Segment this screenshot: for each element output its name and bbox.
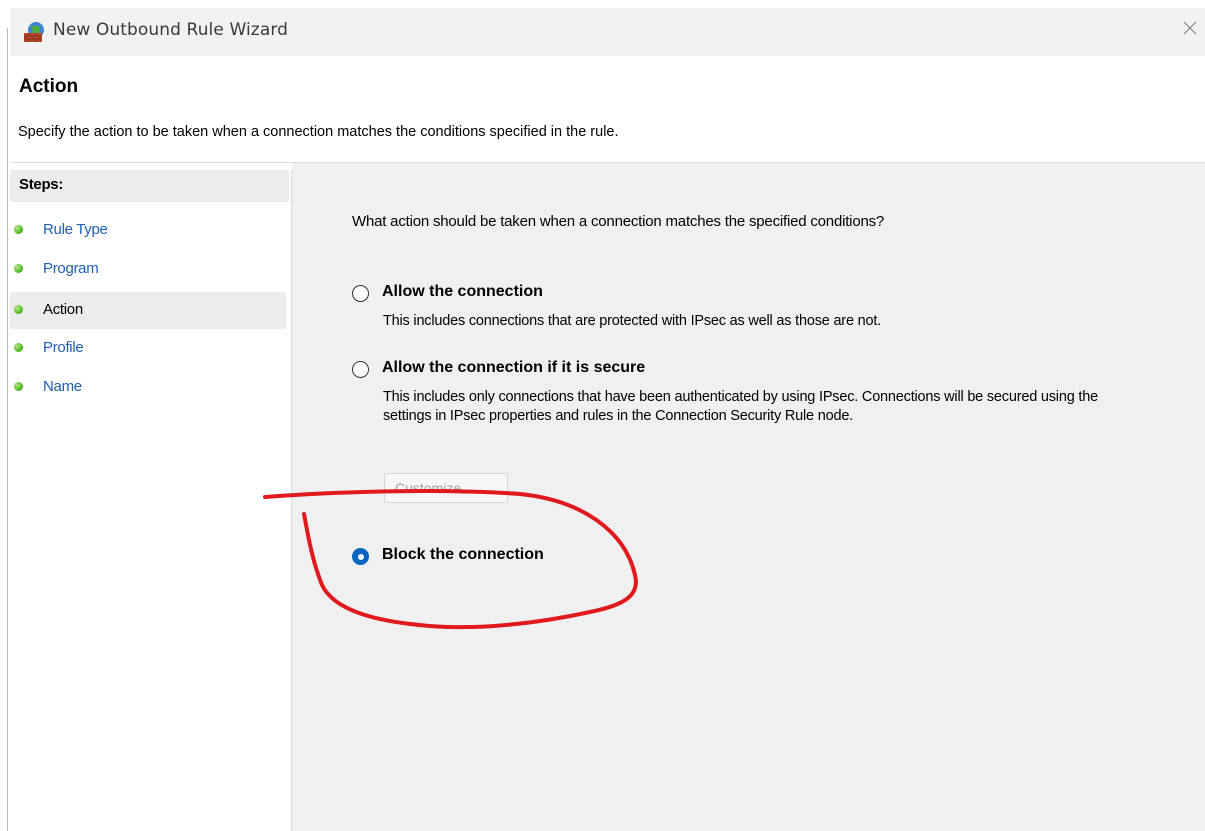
green-status-dot-icon bbox=[14, 225, 23, 234]
block-radio[interactable] bbox=[352, 548, 369, 565]
steps-panel: Steps: Rule Type Program Action Profile … bbox=[10, 170, 291, 831]
wizard-window: New Outbound Rule Wizard Action Specify … bbox=[10, 8, 1205, 831]
steps-header-label: Steps: bbox=[19, 176, 64, 193]
allow-radio[interactable] bbox=[352, 285, 369, 302]
step-name[interactable]: Name bbox=[10, 369, 286, 406]
customize-label: Customize... bbox=[395, 480, 473, 496]
page-description: Specify the action to be taken when a co… bbox=[18, 124, 619, 140]
option-block: Block the connection bbox=[352, 546, 1152, 578]
allow-secure-radio[interactable] bbox=[352, 361, 369, 378]
step-label: Name bbox=[43, 378, 82, 395]
firewall-globe-icon bbox=[22, 20, 46, 44]
background-window-border bbox=[7, 28, 8, 831]
allow-secure-label[interactable]: Allow the connection if it is secure bbox=[382, 359, 645, 377]
allow-label[interactable]: Allow the connection bbox=[382, 283, 543, 301]
green-status-dot-icon bbox=[14, 343, 23, 352]
title-bar: New Outbound Rule Wizard bbox=[10, 8, 1205, 56]
action-content-panel: What action should be taken when a conne… bbox=[292, 163, 1205, 831]
steps-header: Steps: bbox=[10, 170, 289, 202]
step-action[interactable]: Action bbox=[10, 292, 286, 329]
option-allow-secure: Allow the connection if it is secure Thi… bbox=[352, 359, 1152, 461]
step-label: Profile bbox=[43, 339, 84, 356]
action-question: What action should be taken when a conne… bbox=[352, 213, 885, 230]
step-rule-type[interactable]: Rule Type bbox=[10, 212, 286, 249]
step-profile[interactable]: Profile bbox=[10, 330, 286, 367]
option-allow: Allow the connection This includes conne… bbox=[352, 283, 1152, 345]
customize-button[interactable]: Customize... bbox=[384, 473, 508, 503]
close-button[interactable] bbox=[1175, 8, 1205, 48]
close-icon bbox=[1183, 21, 1197, 35]
step-label: Rule Type bbox=[43, 221, 108, 238]
allow-description: This includes connections that are prote… bbox=[383, 313, 882, 329]
allow-secure-description: This includes only connections that have… bbox=[383, 389, 1098, 424]
step-label: Program bbox=[43, 260, 99, 277]
green-status-dot-icon bbox=[14, 305, 23, 314]
page-title: Action bbox=[19, 76, 79, 97]
wizard-header: Action Specify the action to be taken wh… bbox=[10, 56, 1205, 166]
step-label: Action bbox=[43, 301, 83, 318]
step-program[interactable]: Program bbox=[10, 251, 286, 288]
block-label[interactable]: Block the connection bbox=[382, 546, 544, 564]
green-status-dot-icon bbox=[14, 382, 23, 391]
green-status-dot-icon bbox=[14, 264, 23, 273]
window-title: New Outbound Rule Wizard bbox=[53, 20, 289, 40]
